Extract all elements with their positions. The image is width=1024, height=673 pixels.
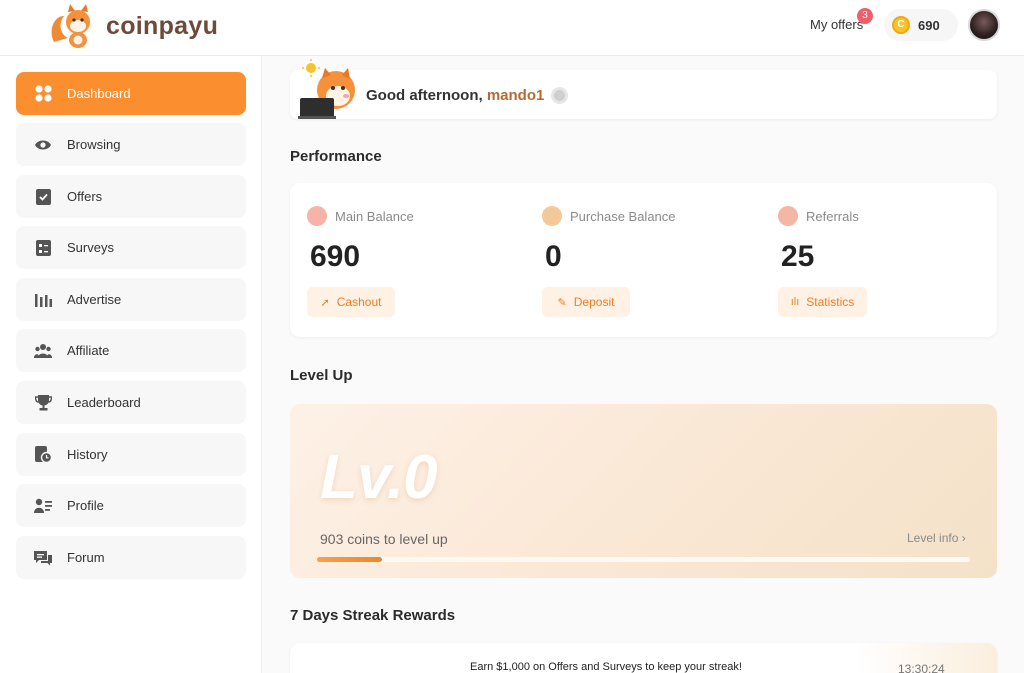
performance-title: Performance [290,148,382,165]
deposit-button[interactable]: ✎ Deposit [542,287,630,317]
referrals-label: Referrals [778,206,859,226]
sidebar-item-label: Advertise [67,292,122,307]
streak-timer: 13:30:24 [898,662,945,673]
sidebar-item-label: Dashboard [67,86,131,101]
piggy-bank-icon [307,206,327,226]
cashout-button[interactable]: ➚ Cashout [307,287,395,317]
sidebar-item-label: Affiliate [67,343,110,358]
squirrel-logo-icon [51,4,90,48]
streak-title: 7 Days Streak Rewards [290,607,456,624]
level-up-title: Level Up [290,367,353,384]
sidebar-item-dashboard[interactable]: Dashboard [16,72,246,115]
sidebar: Dashboard Browsing Offers Surveys Advert… [0,56,262,673]
my-offers-link[interactable]: My offers [810,17,863,32]
cashout-icon: ➚ [320,296,330,309]
sidebar-item-label: Browsing [67,137,121,152]
sidebar-item-label: Profile [67,498,104,513]
main-balance-label: Main Balance [307,206,414,226]
logo[interactable]: coinpayu [48,2,218,50]
purchase-balance-label: Purchase Balance [542,206,676,226]
sidebar-item-label: Forum [67,550,105,565]
coins-to-level-text: 903 coins to level up [320,531,448,547]
sidebar-item-label: Surveys [67,240,114,255]
sidebar-item-label: Offers [67,189,103,204]
streak-message: Earn $1,000 on Offers and Surveys to kee… [470,661,742,673]
sidebar-item-history[interactable]: History [16,433,246,476]
level-label: Lv.0 [320,443,438,512]
statistics-button[interactable]: ılı Statistics [778,287,867,317]
sidebar-item-surveys[interactable]: Surveys [16,226,246,269]
coin-balance-pill[interactable]: C 690 [884,9,958,41]
greeting-text: Good afternoon, mando1 [366,87,544,104]
stat-label-text: Purchase Balance [570,208,676,224]
person-icon [778,206,798,226]
referrals-value: 25 [781,240,815,273]
trophy-icon [34,394,52,412]
offers-count-badge: 3 [857,8,873,24]
history-icon [34,446,52,464]
level-progress-fill [317,557,382,562]
coin-balance: 690 [918,17,940,33]
bar-chart-icon [34,291,52,309]
stat-label-text: Main Balance [335,208,414,224]
sidebar-item-forum[interactable]: Forum [16,536,246,579]
sidebar-item-offers[interactable]: Offers [16,175,246,218]
survey-icon [34,239,52,257]
users-icon [34,342,52,360]
user-avatar[interactable] [968,9,1000,41]
sidebar-item-label: History [67,447,108,462]
deposit-icon: ✎ [557,296,567,309]
greeting-prefix: Good afternoon, [366,87,487,104]
status-icon[interactable] [551,87,568,104]
mascot-laptop-icon [298,59,355,119]
coin-bag-icon [542,206,562,226]
sidebar-item-leaderboard[interactable]: Leaderboard [16,381,246,424]
greeting-username: mando1 [486,87,545,104]
stat-label-text: Referrals [806,208,859,224]
button-label: Cashout [336,295,382,309]
brand-name: coinpayu [106,11,219,40]
main-balance-value: 690 [310,240,361,273]
button-label: Deposit [573,295,615,309]
profile-card-icon [34,497,52,515]
sidebar-item-affiliate[interactable]: Affiliate [16,329,246,372]
dashboard-icon [34,85,52,103]
top-bar: coinpayu My offers 3 C 690 [0,0,1024,56]
sidebar-item-advertise[interactable]: Advertise [16,278,246,321]
button-label: Statistics [806,295,855,309]
clipboard-check-icon [34,188,52,206]
purchase-balance-value: 0 [545,240,562,273]
sidebar-item-browsing[interactable]: Browsing [16,123,246,166]
eye-icon [34,136,52,154]
level-info-link[interactable]: Level info › [907,531,966,545]
bar-chart-icon: ılı [790,296,800,308]
level-progress-track [317,557,970,562]
sidebar-item-label: Leaderboard [67,395,141,410]
sidebar-item-profile[interactable]: Profile [16,484,246,527]
coin-icon: C [892,16,910,34]
chat-icon [34,549,52,567]
